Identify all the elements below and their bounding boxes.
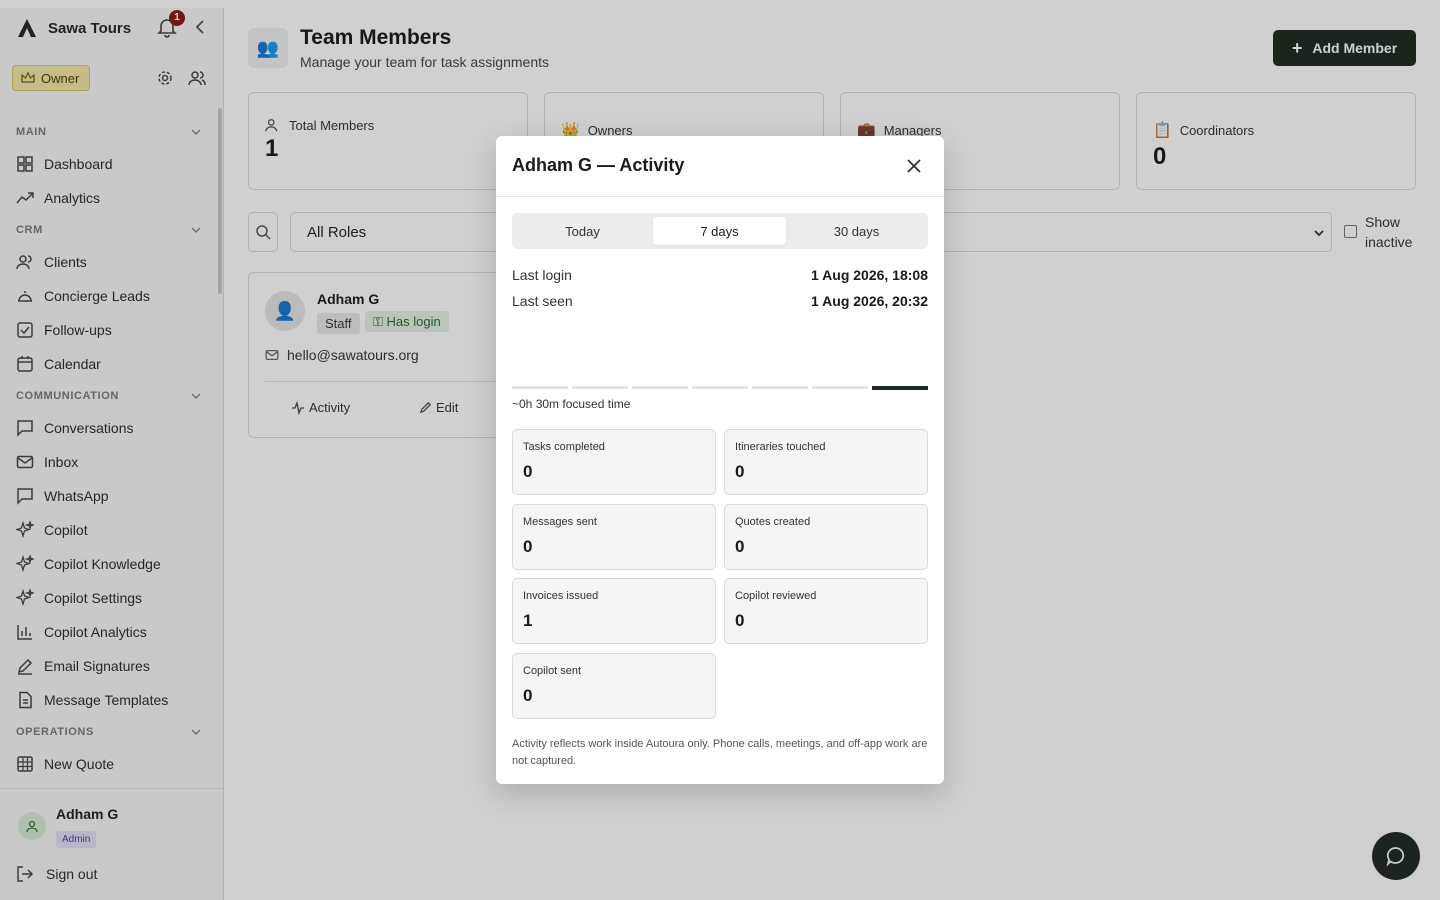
metric-copilot-sent: Copilot sent 0 xyxy=(512,653,716,719)
metric-label: Quotes created xyxy=(735,516,811,528)
metric-value: 0 xyxy=(735,462,745,481)
metric-invoices-issued: Invoices issued 1 xyxy=(512,578,716,644)
activity-day-bar xyxy=(512,386,568,389)
metric-copilot-reviewed: Copilot reviewed 0 xyxy=(724,578,928,644)
metric-itineraries-touched: Itineraries touched 0 xyxy=(724,429,928,495)
last-login-row: Last login 1 Aug 2026, 18:08 xyxy=(512,267,928,283)
last-seen-row: Last seen 1 Aug 2026, 20:32 xyxy=(512,293,928,309)
metric-messages-sent: Messages sent 0 xyxy=(512,504,716,570)
metric-value: 0 xyxy=(523,537,533,556)
tab-7-days[interactable]: 7 days xyxy=(653,217,786,245)
metric-label: Copilot sent xyxy=(523,665,582,677)
tab-30-days[interactable]: 30 days xyxy=(790,217,923,245)
activity-modal: Adham G — Activity Today 7 days 30 days … xyxy=(496,136,944,784)
range-tabs: Today 7 days 30 days xyxy=(512,213,928,249)
tab-today[interactable]: Today xyxy=(516,217,649,245)
last-login-label: Last login xyxy=(512,267,572,283)
activity-day-bar xyxy=(572,386,628,389)
metric-value: 0 xyxy=(735,537,745,556)
activity-day-bar xyxy=(812,386,868,389)
metric-value: 0 xyxy=(523,686,533,705)
metric-value: 1 xyxy=(523,611,533,630)
modal-footnote: Activity reflects work inside Autoura on… xyxy=(512,738,928,767)
activity-day-bar xyxy=(872,386,928,390)
daily-activity-bars xyxy=(512,386,928,392)
metric-label: Invoices issued xyxy=(523,590,599,602)
close-icon[interactable] xyxy=(904,156,924,176)
last-login-value: 1 Aug 2026, 18:08 xyxy=(811,267,928,283)
metric-tasks-completed: Tasks completed 0 xyxy=(512,429,716,495)
last-seen-value: 1 Aug 2026, 20:32 xyxy=(811,293,928,309)
last-seen-label: Last seen xyxy=(512,293,573,309)
modal-title: Adham G — Activity xyxy=(512,155,685,175)
metric-value: 0 xyxy=(735,611,745,630)
modal-divider xyxy=(496,196,944,197)
activity-day-bar xyxy=(692,386,748,389)
metric-label: Copilot reviewed xyxy=(735,590,817,602)
metric-label: Tasks completed xyxy=(523,441,605,453)
metric-label: Itineraries touched xyxy=(735,441,826,453)
focused-time: ~0h 30m focused time xyxy=(512,397,631,411)
metric-label: Messages sent xyxy=(523,516,597,528)
activity-day-bar xyxy=(632,386,688,389)
activity-day-bar xyxy=(752,386,808,389)
metric-quotes-created: Quotes created 0 xyxy=(724,504,928,570)
metric-value: 0 xyxy=(523,462,533,481)
